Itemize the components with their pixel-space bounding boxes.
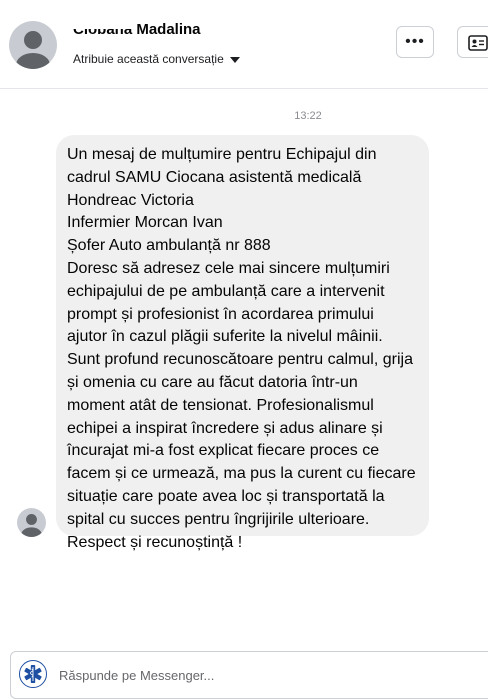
- caret-down-icon: [229, 56, 240, 63]
- message-line: Sunt profund recunoscătoare pentru calmu…: [67, 351, 413, 369]
- contact-details-button[interactable]: [457, 26, 488, 58]
- message-line: cadrul SAMU Ciocana asistentă medicală: [67, 168, 362, 186]
- reply-input[interactable]: Răspunde pe Messenger...: [59, 668, 214, 683]
- contact-avatar[interactable]: [9, 21, 57, 69]
- message-line: Șofer Auto ambulanță nr 888: [67, 237, 271, 255]
- person-silhouette-icon: [21, 514, 42, 537]
- sender-avatar[interactable]: [17, 508, 46, 537]
- message-line: echipajului de pe ambulanță care a inter…: [67, 282, 385, 300]
- message-line: Infermier Morcan Ivan: [67, 214, 223, 232]
- message-line: facem și ce urmează, ma pus la curent cu…: [67, 465, 416, 483]
- star-of-life-icon: [24, 665, 42, 683]
- page-logo-icon: [19, 660, 47, 688]
- message-line: Respect și recunoștință !: [67, 533, 243, 551]
- message-line: situație care poate avea loc și transpor…: [67, 487, 385, 505]
- message-line: prompt și profesionist în acordarea prim…: [67, 305, 374, 323]
- message-line: moment atât de tensionat. Profesionalism…: [67, 396, 374, 414]
- message-bubble[interactable]: Un mesaj de mulțumire pentru Echipajul d…: [56, 135, 429, 551]
- more-options-button[interactable]: •••: [396, 26, 434, 58]
- contact-card-icon: [468, 35, 488, 51]
- message-line: echipei a inspirat încredere și adus ali…: [67, 419, 383, 437]
- message-line: și omenia cu care au făcut datoria într-…: [67, 373, 358, 391]
- message-line: ajutor în cazul plăgii suferite la nivel…: [67, 328, 383, 346]
- message-timestamp-text: 13:22: [294, 110, 322, 122]
- person-silhouette-icon: [16, 31, 50, 69]
- conversation-header: Ciobană Madalina Atribuie această conver…: [0, 0, 488, 89]
- message-line: încurajat mi-a fost explicat fiecare pro…: [67, 442, 380, 460]
- message-line: Un mesaj de mulțumire pentru Echipajul d…: [67, 146, 377, 163]
- message-line: spital cu succes pentru îngrijirile ulte…: [67, 510, 370, 528]
- assign-conversation-dropdown[interactable]: Atribuie această conversație: [73, 52, 240, 66]
- message-line: Hondreac Victoria: [67, 191, 194, 209]
- reply-composer[interactable]: Răspunde pe Messenger...: [10, 651, 488, 699]
- message-line: Doresc să adresez cele mai sincere mulțu…: [67, 259, 390, 277]
- header-top-edge: [70, 19, 134, 29]
- assign-conversation-label: Atribuie această conversație: [73, 52, 224, 66]
- message-timestamp: 13:22: [0, 110, 488, 122]
